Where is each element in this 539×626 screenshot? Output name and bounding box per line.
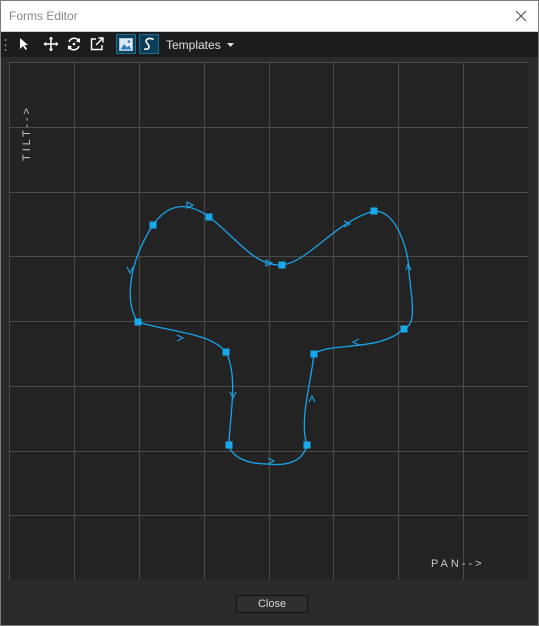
close-icon <box>515 10 527 22</box>
window-title: Forms Editor <box>9 9 78 23</box>
control-points[interactable] <box>134 207 408 449</box>
external-open-button[interactable] <box>87 34 107 54</box>
form-editor-canvas[interactable] <box>9 62 529 581</box>
image-tool-button[interactable] <box>116 34 136 54</box>
templates-dropdown[interactable]: Templates <box>166 36 234 54</box>
control-point-handle[interactable] <box>370 207 378 215</box>
control-point-handle[interactable] <box>149 221 157 229</box>
tilt-axis-label: TILT--> <box>21 105 33 161</box>
control-point-handle[interactable] <box>303 441 311 449</box>
control-point-handle[interactable] <box>225 441 233 449</box>
control-point-handle[interactable] <box>278 261 286 269</box>
form-path-svg[interactable] <box>9 62 529 581</box>
rotate-icon <box>68 37 80 51</box>
pan-axis-label: PAN--> <box>431 558 485 570</box>
form-curve-path[interactable] <box>129 205 414 466</box>
chevron-down-icon <box>226 43 234 47</box>
curve-s-icon <box>143 37 154 50</box>
control-point-handle[interactable] <box>222 348 230 356</box>
rotate-tool-button[interactable] <box>64 34 84 54</box>
select-arrow-icon <box>20 38 28 50</box>
title-bar: Forms Editor <box>1 1 538 32</box>
control-point-handle[interactable] <box>134 318 142 326</box>
external-open-icon <box>90 37 104 51</box>
close-button[interactable]: Close <box>236 595 308 613</box>
move-icon <box>43 36 59 52</box>
templates-label: Templates <box>166 38 221 52</box>
window-close-button[interactable] <box>510 5 532 27</box>
grid-lines <box>9 62 529 581</box>
control-point-handle[interactable] <box>310 350 318 358</box>
control-point-handle[interactable] <box>205 213 213 221</box>
toolbar: Templates <box>1 32 538 57</box>
select-tool-button[interactable] <box>14 34 34 54</box>
control-point-handle[interactable] <box>400 325 408 333</box>
curve-tool-button[interactable] <box>139 34 159 54</box>
move-tool-button[interactable] <box>41 34 61 54</box>
forms-editor-window: Forms Editor Templates TILT--> PAN--> Cl… <box>0 0 539 626</box>
image-icon <box>119 37 133 51</box>
toolbar-grip-icon[interactable] <box>4 38 7 52</box>
